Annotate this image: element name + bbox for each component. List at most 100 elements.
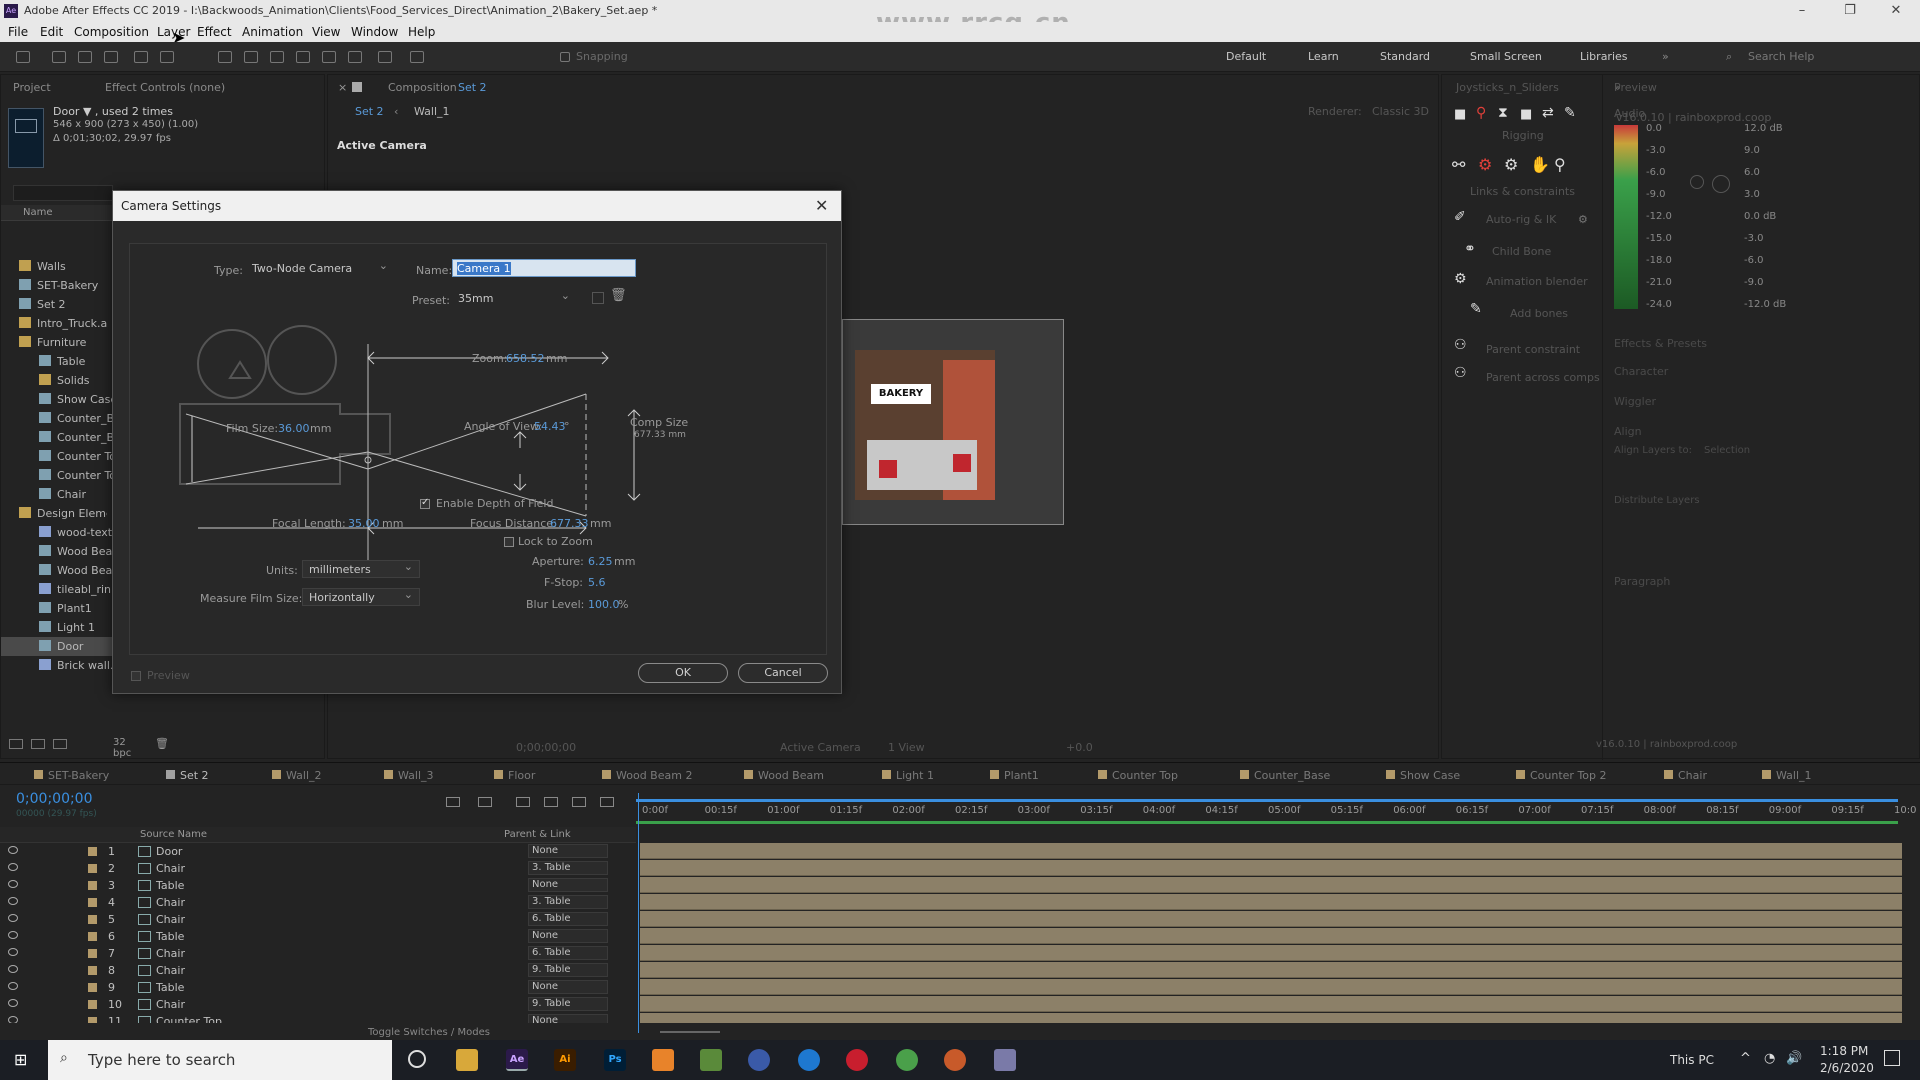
project-item[interactable]: Intro_Truck.aep xyxy=(1,314,113,333)
camera-tool-icon[interactable] xyxy=(160,51,174,63)
layer-duration-bar[interactable] xyxy=(640,996,1902,1012)
project-item[interactable]: Counter_Bi xyxy=(1,409,117,428)
search-help-input[interactable]: Search Help xyxy=(1748,50,1814,63)
search-icon[interactable]: ⌕ xyxy=(1726,50,1732,64)
edge-icon[interactable] xyxy=(798,1049,820,1071)
comp-view-selector[interactable]: Active Camera xyxy=(780,741,861,754)
project-item[interactable]: Brick wall.j xyxy=(1,656,116,675)
project-item[interactable]: Counter To xyxy=(1,447,116,466)
tab-project[interactable]: Project xyxy=(13,81,51,94)
shy-layers-icon[interactable] xyxy=(516,797,530,807)
workspace-small-screen[interactable]: Small Screen xyxy=(1470,50,1542,63)
menu-composition[interactable]: Composition xyxy=(74,25,149,39)
enable-dof-checkbox[interactable] xyxy=(420,497,430,509)
project-item[interactable]: Plant1 xyxy=(1,599,113,618)
clock-time[interactable]: 1:18 PM xyxy=(1820,1044,1868,1058)
brush-tool-icon[interactable] xyxy=(296,51,310,63)
tab-preview[interactable]: Preview xyxy=(1614,81,1657,94)
aperture-value[interactable]: 6.25 xyxy=(588,555,613,568)
timeline-tab[interactable]: Wall_1 xyxy=(1776,769,1812,782)
timeline-tab[interactable]: Chair xyxy=(1678,769,1707,782)
audio-slider-right[interactable] xyxy=(1712,175,1730,193)
character-label[interactable]: Character xyxy=(1614,365,1668,378)
project-item[interactable]: Walls xyxy=(1,257,113,276)
zoom-slider[interactable] xyxy=(660,1031,720,1033)
project-item[interactable]: Door xyxy=(1,637,113,656)
timeline-tab[interactable]: Wood Beam xyxy=(758,769,824,782)
graph-editor-icon[interactable] xyxy=(600,797,614,807)
paragraph-label[interactable]: Paragraph xyxy=(1614,575,1670,588)
focus-distance-value[interactable]: 677.33 xyxy=(550,517,589,530)
autorig-settings-icon[interactable]: ⚙ xyxy=(1578,213,1588,226)
roto-tool-icon[interactable] xyxy=(378,51,392,63)
camera-icon[interactable]: ■ xyxy=(1520,107,1532,122)
parent-constraint-icon[interactable]: ⚇ xyxy=(1454,337,1467,353)
app-icon[interactable] xyxy=(944,1049,966,1071)
align-layers-to-select[interactable]: Selection xyxy=(1704,445,1750,456)
project-item[interactable]: Table xyxy=(1,352,113,371)
preview-checkbox[interactable] xyxy=(131,671,141,681)
selection-tool-icon[interactable] xyxy=(52,51,66,63)
notifications-icon[interactable] xyxy=(1884,1050,1900,1066)
effects-presets-label[interactable]: Effects & Presets xyxy=(1614,337,1707,350)
angle-of-view-value[interactable]: 54.43 xyxy=(534,420,566,433)
project-item[interactable]: SET-Bakery xyxy=(1,276,113,295)
measure-film-size-select[interactable]: Horizontally xyxy=(302,588,420,606)
ok-button[interactable]: OK xyxy=(638,663,728,683)
fstop-value[interactable]: 5.6 xyxy=(588,576,606,589)
dialog-close-icon[interactable]: ✕ xyxy=(815,196,828,215)
interpret-footage-icon[interactable] xyxy=(9,739,23,749)
timeline-tab[interactable]: Wall_3 xyxy=(398,769,434,782)
autorig-icon[interactable]: ✐ xyxy=(1454,209,1466,225)
hand-tool-icon[interactable] xyxy=(78,51,92,63)
menu-edit[interactable]: Edit xyxy=(40,25,63,39)
align-label[interactable]: Align xyxy=(1614,425,1642,438)
windows-start-icon[interactable]: ⊞ xyxy=(14,1050,27,1069)
film-size-value[interactable]: 36.00 xyxy=(278,422,310,435)
renderer-value[interactable]: Classic 3D xyxy=(1372,105,1429,118)
timeline-tab[interactable]: SET-Bakery xyxy=(48,769,109,782)
parent-comps-icon[interactable]: ⚇ xyxy=(1454,365,1467,381)
layer-duration-bar[interactable] xyxy=(640,945,1902,961)
timeline-tab[interactable]: Set 2 xyxy=(180,769,209,782)
layer-duration-bar[interactable] xyxy=(640,843,1902,859)
project-item[interactable]: Counter_Bi xyxy=(1,428,117,447)
puppet-tool-icon[interactable] xyxy=(410,51,424,63)
eraser-tool-icon[interactable] xyxy=(348,51,362,63)
rectangle-tool-icon[interactable] xyxy=(218,51,232,63)
breadcrumb-wall1[interactable]: Wall_1 xyxy=(414,105,450,118)
bpc-label[interactable]: 32 bpc xyxy=(113,737,131,759)
more-workspaces-icon[interactable]: » xyxy=(1662,50,1669,63)
units-select[interactable]: millimeters xyxy=(302,560,420,578)
comp-timecode[interactable]: 0;00;00;00 xyxy=(516,741,576,754)
link-icon[interactable]: ⚯ xyxy=(1452,155,1465,174)
app-icon[interactable] xyxy=(846,1049,868,1071)
add-bones-icon[interactable]: ✎ xyxy=(1470,301,1482,317)
menu-window[interactable]: Window xyxy=(351,25,398,39)
project-item[interactable]: wood-textu xyxy=(1,523,119,542)
animation-blender-icon[interactable]: ⚙ xyxy=(1454,271,1467,287)
timeline-tab[interactable]: Wood Beam 2 xyxy=(616,769,692,782)
hourglass-icon[interactable]: ⧗ xyxy=(1498,105,1508,121)
taskbar-search-box[interactable]: ⌕ Type here to search xyxy=(48,1040,392,1080)
clock-date[interactable]: 2/6/2020 xyxy=(1820,1061,1874,1075)
game-icon[interactable] xyxy=(700,1049,722,1071)
file-explorer-icon[interactable] xyxy=(456,1049,478,1071)
current-timecode[interactable]: 0;00;00;00 xyxy=(16,791,93,807)
project-item[interactable]: Wood Bear xyxy=(1,542,117,561)
pen-tool-icon[interactable] xyxy=(244,51,258,63)
network-icon[interactable]: ◔ xyxy=(1764,1051,1775,1066)
toggle-switches-modes[interactable]: Toggle Switches / Modes xyxy=(368,1027,490,1038)
menu-help[interactable]: Help xyxy=(408,25,435,39)
add-bones-label[interactable]: Add bones xyxy=(1510,307,1568,320)
new-composition-icon[interactable] xyxy=(53,739,67,749)
layer-duration-bar[interactable] xyxy=(640,1013,1902,1023)
illustrator-taskbar-icon[interactable]: Ai xyxy=(554,1049,576,1071)
photoshop-taskbar-icon[interactable]: Ps xyxy=(604,1049,626,1071)
blur-level-value[interactable]: 100.0 xyxy=(588,598,620,611)
layer-duration-bar[interactable] xyxy=(640,911,1902,927)
project-item[interactable]: Solids xyxy=(1,371,113,390)
project-item[interactable]: Design Elemen xyxy=(1,504,113,523)
autorig-label[interactable]: Auto-rig & IK xyxy=(1486,213,1556,226)
work-area-bar[interactable] xyxy=(636,799,1898,802)
